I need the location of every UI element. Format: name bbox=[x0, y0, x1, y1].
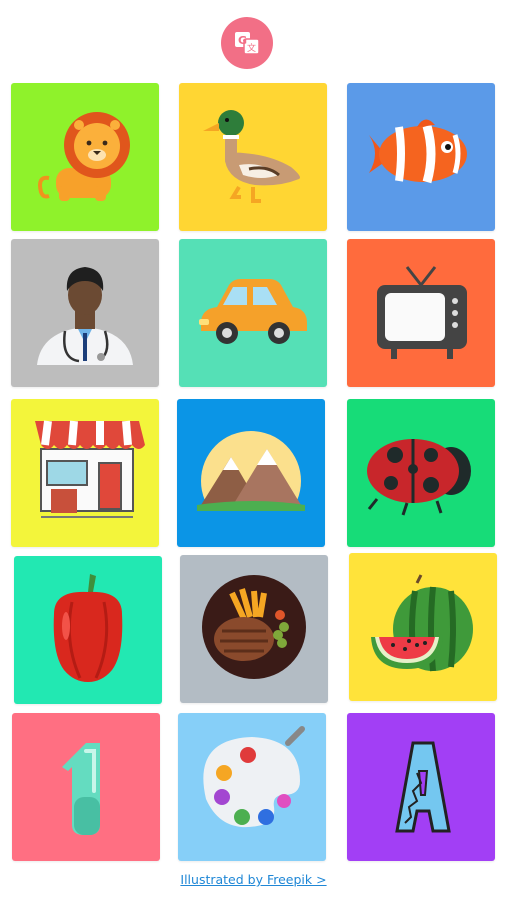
tile-palette[interactable] bbox=[178, 713, 326, 861]
steak-icon bbox=[202, 575, 306, 679]
tile-watermelon[interactable] bbox=[349, 553, 497, 701]
tile-tv[interactable] bbox=[347, 239, 495, 387]
tile-mountains[interactable] bbox=[177, 399, 325, 547]
tile-lion[interactable] bbox=[11, 83, 159, 231]
tile-doctor[interactable] bbox=[11, 239, 159, 387]
tile-steak[interactable] bbox=[180, 555, 328, 703]
tile-duck[interactable] bbox=[179, 83, 327, 231]
tile-letter-a[interactable] bbox=[347, 713, 495, 861]
tv-icon bbox=[377, 266, 467, 359]
tile-fish[interactable] bbox=[347, 83, 495, 231]
mountains-icon bbox=[193, 431, 309, 543]
watermelon-icon bbox=[371, 574, 473, 672]
tile-ladybug[interactable] bbox=[347, 399, 495, 547]
car-icon bbox=[199, 279, 307, 344]
letter-a-icon bbox=[395, 741, 451, 833]
freepik-credit-link[interactable]: Illustrated by Freepik > bbox=[0, 872, 507, 887]
svg-text:G: G bbox=[238, 34, 247, 47]
fish-icon bbox=[369, 119, 467, 184]
tile-car[interactable] bbox=[179, 239, 327, 387]
svg-text:文: 文 bbox=[247, 42, 256, 54]
pepper-icon bbox=[53, 574, 123, 682]
tile-shop[interactable] bbox=[11, 399, 159, 547]
tile-pepper[interactable] bbox=[14, 556, 162, 704]
lion-icon bbox=[38, 112, 130, 201]
tile-number-one[interactable] bbox=[12, 713, 160, 861]
shop-icon bbox=[35, 420, 145, 518]
app-logo[interactable]: G 文 bbox=[221, 17, 273, 69]
ladybug-icon bbox=[367, 439, 471, 516]
palette-icon bbox=[203, 726, 305, 828]
number-one-icon bbox=[62, 743, 100, 835]
doctor-icon bbox=[37, 267, 133, 365]
translate-icon: G 文 bbox=[235, 32, 260, 55]
duck-icon bbox=[203, 110, 300, 203]
